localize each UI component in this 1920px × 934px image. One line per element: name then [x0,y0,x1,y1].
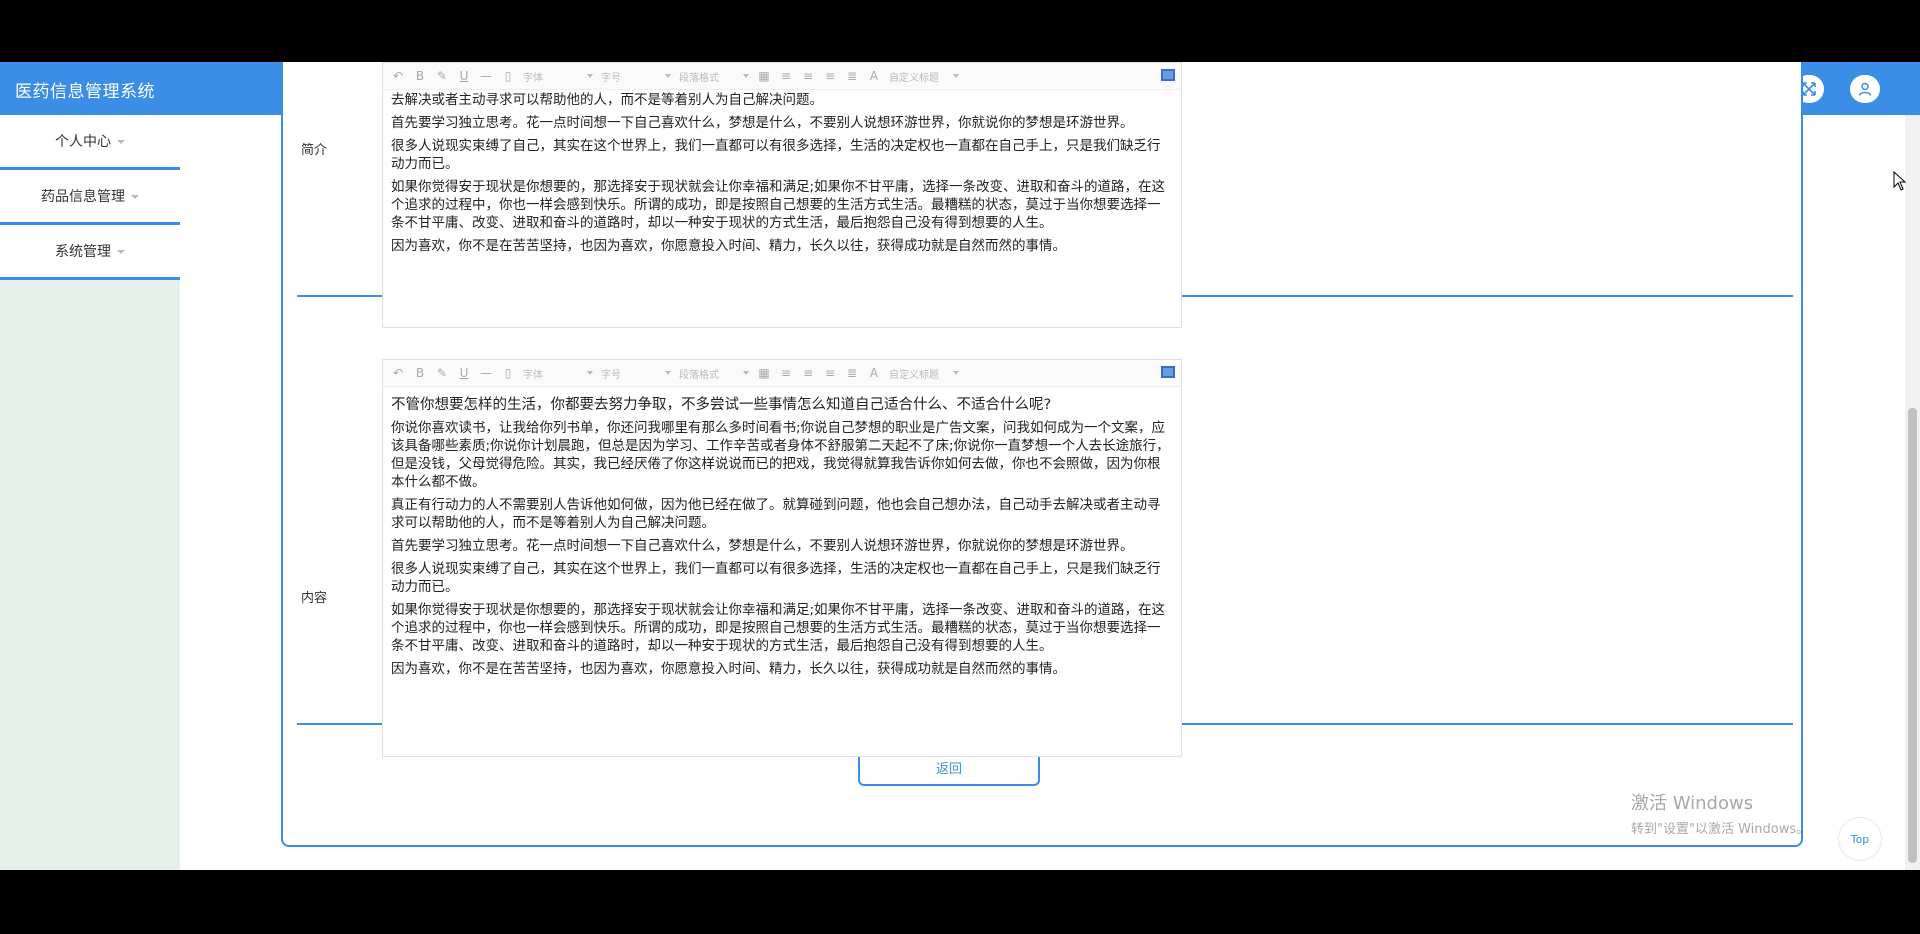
caret-down-icon [131,195,139,199]
format-paint-icon[interactable]: ✎ [435,69,449,83]
letterbox-bottom [0,870,1920,934]
hr-icon[interactable]: — [479,69,493,83]
paragraph: 很多人说现实束缚了自己，其实在这个世界上，我们一直都可以有很多选择，生活的决定权… [391,138,1161,172]
document-icon[interactable]: ▯ [501,69,515,83]
align-center-icon[interactable]: ≡ [801,69,815,83]
align-right-icon[interactable]: ≡ [823,69,837,83]
undo-icon[interactable]: ↶ [391,69,405,83]
align-center-icon[interactable]: ≡ [801,366,815,380]
page-scrollbar[interactable] [1905,115,1920,870]
align-right-icon[interactable]: ≡ [823,366,837,380]
app-window: 医药信息管理系统 个人中心 药品信息管理 系统管理 简介 内容 返回 ↶ B ✎… [0,62,1920,870]
paragraph-select[interactable]: 段落格式 [679,69,749,84]
mouse-cursor-icon [1893,171,1907,191]
format-paint-icon[interactable]: ✎ [435,366,449,380]
align-left-icon[interactable]: ≡ [779,366,793,380]
font-color-icon[interactable]: A [867,69,881,83]
fullscreen-editor-icon[interactable] [1161,366,1175,378]
letterbox-top [0,0,1920,62]
caret-down-icon [117,250,125,254]
sidebar-item-label: 个人中心 [55,134,111,150]
paragraph: 很多人说现实束缚了自己，其实在这个世界上，我们一直都可以有很多选择，生活的决定权… [391,561,1161,595]
custom-title-select[interactable]: 自定义标题 [889,69,959,84]
font-select[interactable]: 字体 [523,69,593,84]
windows-activation-watermark: 激活 Windows 转到"设置"以激活 Windows。 [1631,789,1809,837]
table-icon[interactable]: ▦ [757,69,771,83]
sidebar-item-system[interactable]: 系统管理 [0,225,180,280]
user-icon [1858,82,1872,96]
table-icon[interactable]: ▦ [757,366,771,380]
paragraph: 不管你想要怎样的生活，你都要去努力争取，不多尝试一些事情怎么知道自己适合什么、不… [391,397,1052,413]
scrollbar-thumb[interactable] [1908,408,1917,863]
align-justify-icon[interactable]: ≣ [845,366,859,380]
intro-editor[interactable]: ↶ B ✎ U — ▯ 字体 字号 段落格式 ▦ ≡ ≡ ≡ ≣ A 自定义标题… [382,62,1182,328]
back-to-top-button[interactable]: Top [1838,817,1882,861]
intro-label: 简介 [301,143,328,158]
size-select[interactable]: 字号 [601,366,671,381]
paragraph: 你说你喜欢读书，让我给你列书单，你还问我哪里有那么多时间看书;你说自己梦想的职业… [391,420,1170,490]
paragraph: 因为喜欢，你不是在苦苦坚持，也因为喜欢，你愿意投入时间、精力，长久以往，获得成功… [391,238,1066,254]
bold-icon[interactable]: B [413,69,427,83]
content-editor[interactable]: ↶ B ✎ U — ▯ 字体 字号 段落格式 ▦ ≡ ≡ ≡ ≣ A 自定义标题… [382,359,1182,757]
align-left-icon[interactable]: ≡ [779,69,793,83]
paragraph: 去解决或者主动寻求可以帮助他的人，而不是等着别人为自己解决问题。 [391,92,823,108]
watermark-subtitle: 转到"设置"以激活 Windows。 [1631,822,1810,837]
custom-title-select[interactable]: 自定义标题 [889,366,959,381]
paragraph: 首先要学习独立思考。花一点时间想一下自己喜欢什么，梦想是什么，不要别人说想环游世… [391,115,1134,131]
paragraph: 真正有行动力的人不需要别人告诉他如何做，因为他已经在做了。就算碰到问题，他也会自… [391,497,1161,531]
size-select[interactable]: 字号 [601,69,671,84]
sidebar-item-personal-center[interactable]: 个人中心 [0,115,180,170]
sidebar-item-label: 药品信息管理 [41,189,125,205]
align-justify-icon[interactable]: ≣ [845,69,859,83]
fullscreen-editor-icon[interactable] [1161,69,1175,81]
underline-icon[interactable]: U [457,366,471,380]
fullscreen-icon [1802,82,1816,96]
content-label: 内容 [301,591,328,606]
sidebar-item-label: 系统管理 [55,244,111,260]
user-button[interactable] [1850,75,1880,103]
paragraph: 因为喜欢，你不是在苦苦坚持，也因为喜欢，你愿意投入时间、精力，长久以往，获得成功… [391,661,1066,677]
paragraph-select[interactable]: 段落格式 [679,366,749,381]
paragraph: 首先要学习独立思考。花一点时间想一下自己喜欢什么，梦想是什么，不要别人说想环游世… [391,538,1134,554]
editor-toolbar: ↶ B ✎ U — ▯ 字体 字号 段落格式 ▦ ≡ ≡ ≡ ≣ A 自定义标题 [383,63,1181,90]
intro-editor-body[interactable]: 去解决或者主动寻求可以帮助他的人，而不是等着别人为自己解决问题。 首先要学习独立… [391,91,1171,260]
sidebar: 个人中心 药品信息管理 系统管理 [0,115,180,870]
watermark-title: 激活 Windows [1631,793,1754,814]
editor-toolbar: ↶ B ✎ U — ▯ 字体 字号 段落格式 ▦ ≡ ≡ ≡ ≣ A 自定义标题 [383,360,1181,387]
hr-icon[interactable]: — [479,366,493,380]
underline-icon[interactable]: U [457,69,471,83]
undo-icon[interactable]: ↶ [391,366,405,380]
font-select[interactable]: 字体 [523,366,593,381]
app-title: 医药信息管理系统 [15,82,155,102]
content-editor-body[interactable]: 不管你想要怎样的生活，你都要去努力争取，不多尝试一些事情怎么知道自己适合什么、不… [391,396,1171,683]
paragraph: 如果你觉得安于现状是你想要的，那选择安于现状就会让你幸福和满足;如果你不甘平庸，… [391,179,1166,231]
sidebar-item-drug-info[interactable]: 药品信息管理 [0,170,180,225]
document-icon[interactable]: ▯ [501,366,515,380]
paragraph: 如果你觉得安于现状是你想要的，那选择安于现状就会让你幸福和满足;如果你不甘平庸，… [391,602,1166,654]
bold-icon[interactable]: B [413,366,427,380]
caret-down-icon [117,140,125,144]
font-color-icon[interactable]: A [867,366,881,380]
